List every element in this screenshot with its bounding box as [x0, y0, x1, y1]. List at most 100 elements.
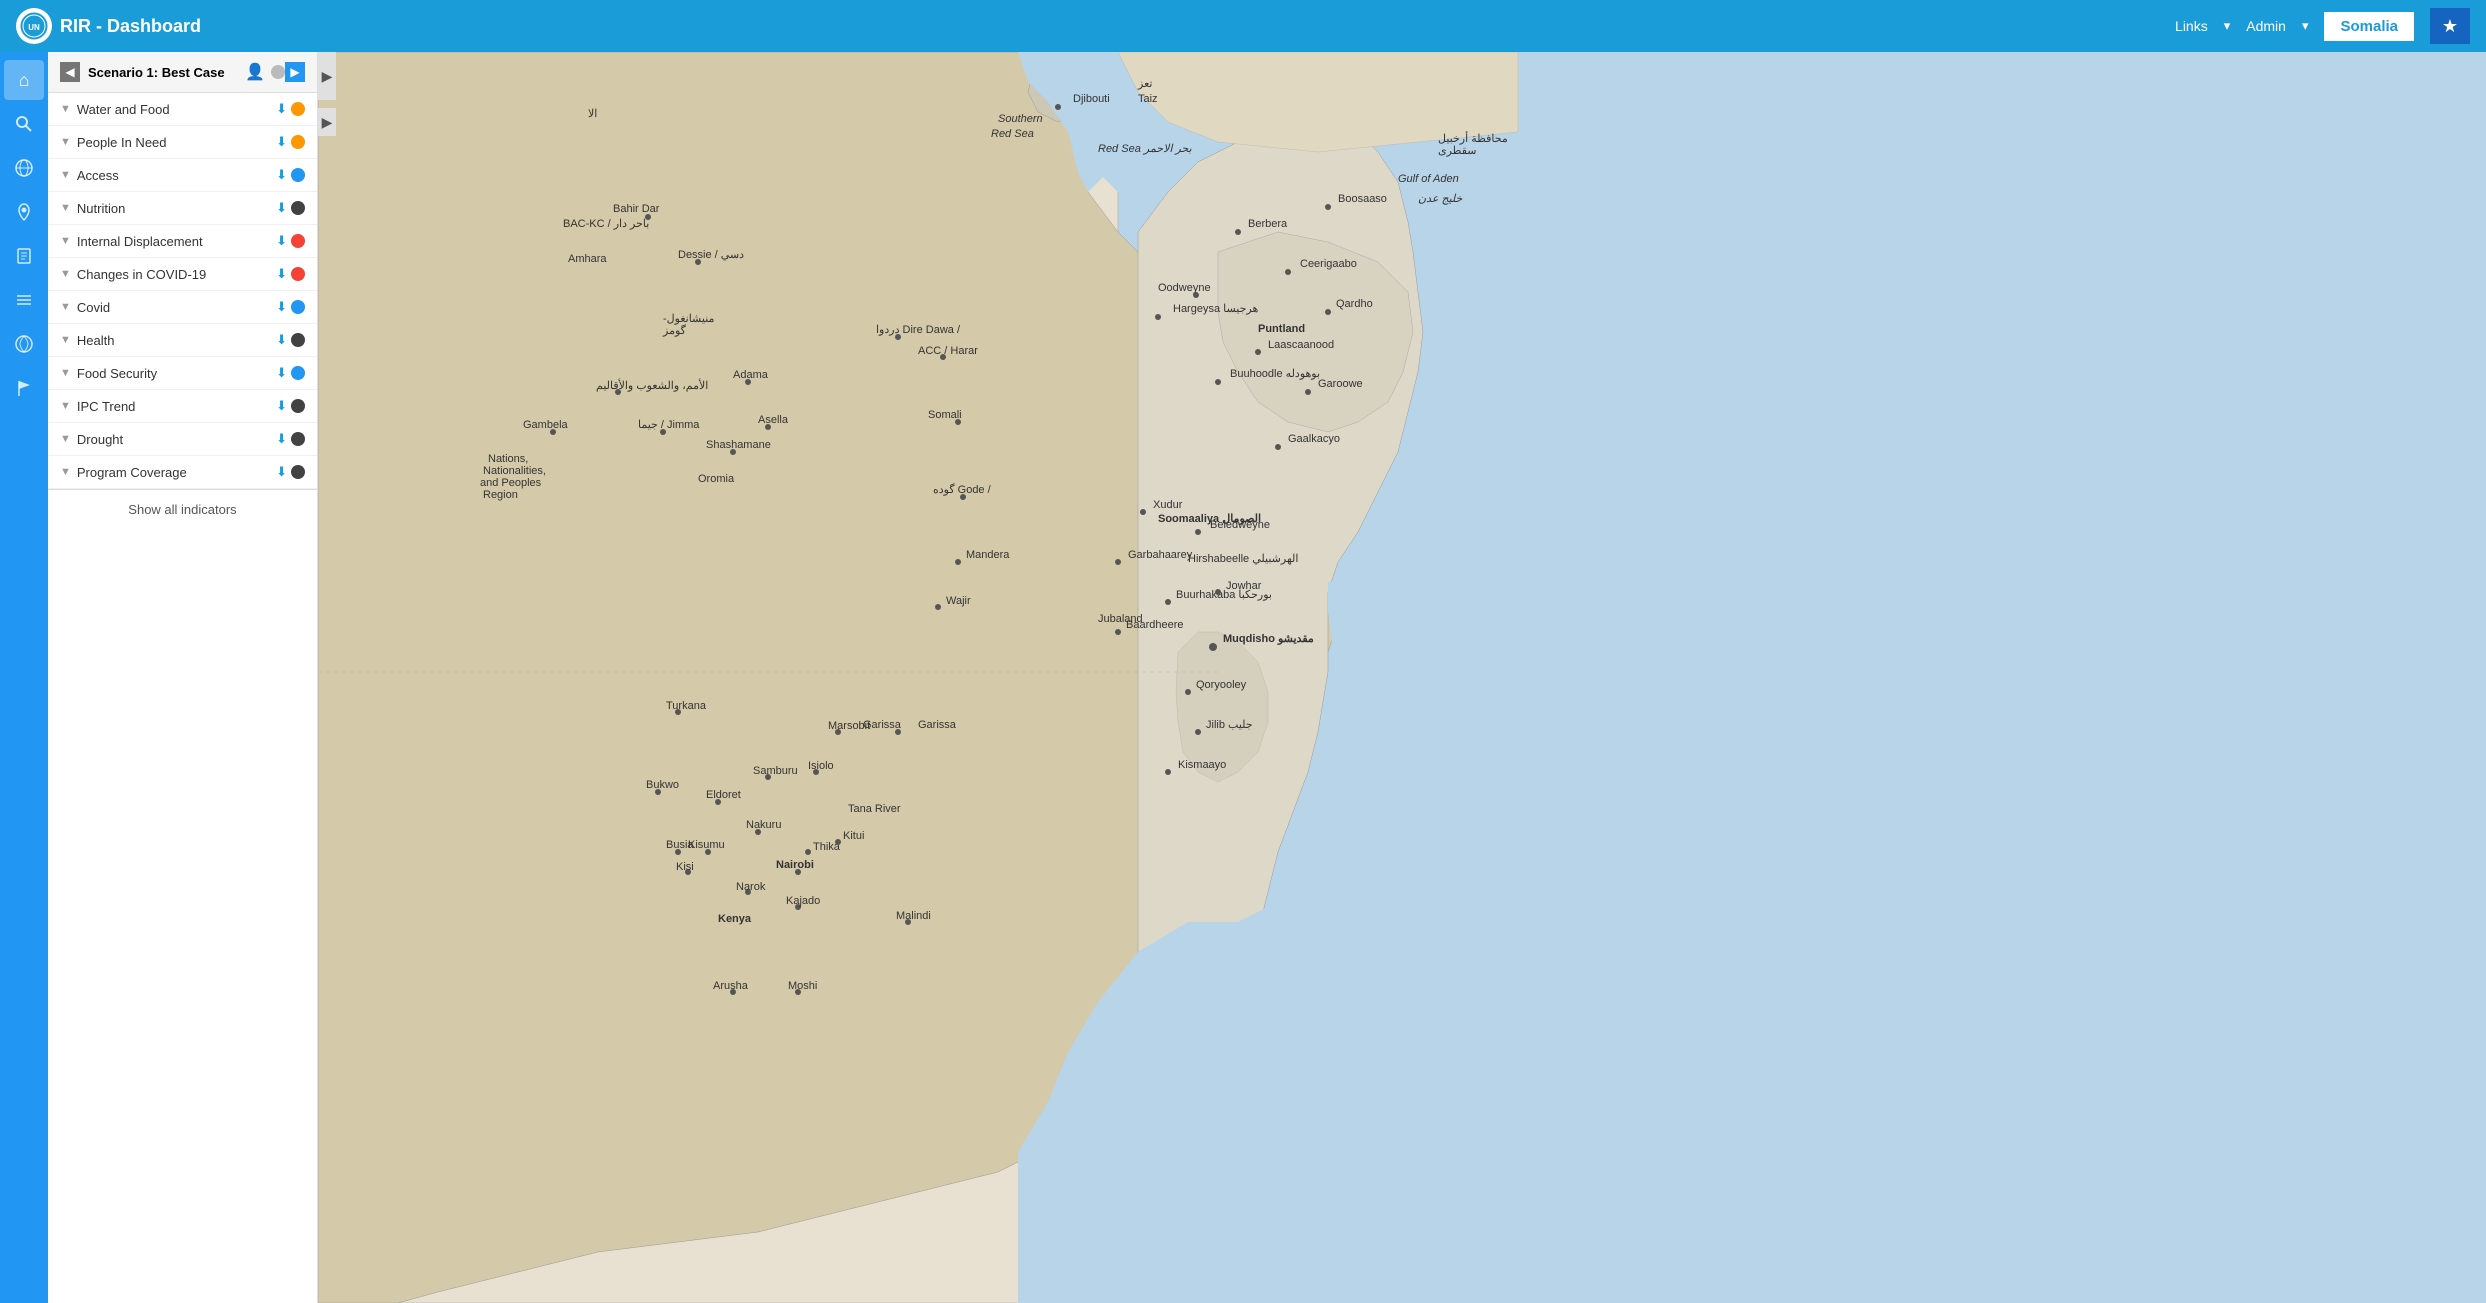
sidebar-item-search[interactable]: [4, 104, 44, 144]
download-icon[interactable]: ⬇: [276, 365, 287, 381]
star-button[interactable]: ★: [2430, 8, 2470, 44]
status-dot: [291, 366, 305, 380]
download-icon[interactable]: ⬇: [276, 101, 287, 117]
indicator-controls: ⬇: [276, 233, 305, 249]
scenario-icons: 👤: [245, 62, 285, 82]
svg-text:Amhara: Amhara: [568, 253, 607, 265]
svg-text:Arusha: Arusha: [713, 980, 749, 992]
indicator-row-internal-displacement[interactable]: ▼ Internal Displacement ⬇: [48, 225, 317, 258]
indicator-row-people-in-need[interactable]: ▼ People In Need ⬇: [48, 126, 317, 159]
panel-collapse-mid[interactable]: ▶: [318, 108, 336, 136]
map-container[interactable]: Djibouti Hargeysa هرجيسا Berbera Boosaas…: [318, 52, 2486, 1303]
svg-text:Gaalkacyo: Gaalkacyo: [1288, 433, 1340, 445]
download-icon[interactable]: ⬇: [276, 464, 287, 480]
svg-text:‫Jimma / جيما‬: ‫Jimma / جيما‬: [638, 419, 700, 431]
indicator-row-drought[interactable]: ▼ Drought ⬇: [48, 423, 317, 456]
svg-text:Qardho: Qardho: [1336, 298, 1373, 310]
show-all-indicators-button[interactable]: Show all indicators: [48, 489, 317, 529]
indicator-name: People In Need: [77, 135, 276, 150]
download-icon[interactable]: ⬇: [276, 332, 287, 348]
indicator-row-health[interactable]: ▼ Health ⬇: [48, 324, 317, 357]
sidebar-item-book[interactable]: [4, 236, 44, 276]
indicator-row-food-security[interactable]: ▼ Food Security ⬇: [48, 357, 317, 390]
svg-text:UN: UN: [28, 23, 40, 32]
scenario-prev-button[interactable]: ◀: [60, 62, 80, 82]
svg-text:Asella: Asella: [758, 414, 789, 426]
download-icon[interactable]: ⬇: [276, 431, 287, 447]
download-icon[interactable]: ⬇: [276, 134, 287, 150]
svg-text:and Peoples: and Peoples: [480, 477, 542, 489]
download-icon[interactable]: ⬇: [276, 398, 287, 414]
svg-text:Nakuru: Nakuru: [746, 819, 781, 831]
chevron-icon: ▼: [60, 268, 71, 280]
chevron-icon: ▼: [60, 466, 71, 478]
svg-text:Boosaaso: Boosaaso: [1338, 193, 1387, 205]
indicator-row-covid[interactable]: ▼ Covid ⬇: [48, 291, 317, 324]
svg-text:Hirshabeelle الهرشبيلي: Hirshabeelle الهرشبيلي: [1188, 553, 1298, 565]
chevron-icon: ▼: [60, 103, 71, 115]
indicator-row-water-and-food[interactable]: ▼ Water and Food ⬇: [48, 93, 317, 126]
status-dot: [291, 300, 305, 314]
svg-text:Red Sea بحر الاحمر: Red Sea بحر الاحمر: [1098, 143, 1192, 155]
country-button[interactable]: Somalia: [2324, 12, 2414, 41]
indicator-list: ▼ Water and Food ⬇ ▼ People In Need ⬇ ▼ …: [48, 93, 317, 489]
svg-text:Southern: Southern: [998, 113, 1043, 125]
scenario-title: Scenario 1: Best Case: [80, 65, 245, 80]
svg-text:Muqdisho مقديشو: Muqdisho مقديشو: [1223, 633, 1314, 645]
svg-text:Region: Region: [483, 489, 518, 501]
indicator-row-changes-in-covid-19[interactable]: ▼ Changes in COVID-19 ⬇: [48, 258, 317, 291]
svg-text:Nations,: Nations,: [488, 453, 528, 465]
chevron-icon: ▼: [60, 301, 71, 313]
svg-text:Eldoret: Eldoret: [706, 789, 741, 801]
chevron-icon: ▼: [60, 433, 71, 445]
sidebar-item-flag[interactable]: [4, 368, 44, 408]
svg-text:Dessie / ‫دسي‬: Dessie / ‫دسي‬: [678, 249, 744, 261]
chevron-icon: ▼: [60, 136, 71, 148]
svg-text:Nairobi: Nairobi: [776, 859, 814, 871]
svg-text:Malindi: Malindi: [896, 910, 931, 922]
status-dot: [291, 135, 305, 149]
panel-toggle: ▶ ▶: [318, 52, 336, 1303]
svg-text:Laascaanood: Laascaanood: [1268, 339, 1334, 351]
sidebar-item-globe[interactable]: [4, 148, 44, 188]
scenario-next-button[interactable]: ▶: [285, 62, 305, 82]
svg-text:Marsobit: Marsobit: [828, 720, 870, 732]
indicator-row-nutrition[interactable]: ▼ Nutrition ⬇: [48, 192, 317, 225]
svg-text:Qoryooley: Qoryooley: [1196, 679, 1247, 691]
svg-text:Jilib جليب: Jilib جليب: [1206, 719, 1253, 731]
indicator-controls: ⬇: [276, 200, 305, 216]
indicator-row-program-coverage[interactable]: ▼ Program Coverage ⬇: [48, 456, 317, 489]
icon-sidebar: ⌂: [0, 52, 48, 1303]
sidebar-item-pin[interactable]: [4, 192, 44, 232]
svg-text:Gulf of Aden: Gulf of Aden: [1398, 173, 1459, 185]
sidebar-item-home[interactable]: ⌂: [4, 60, 44, 100]
panel-sidebar: ◀ Scenario 1: Best Case 👤 ▶ ▼ Water and …: [48, 52, 318, 1303]
svg-text:محافظة أرخبيل: محافظة أرخبيل: [1438, 131, 1508, 145]
admin-menu[interactable]: Admin: [2246, 18, 2286, 34]
svg-text:‫ / Dire Dawa دردوا‬: ‫ / Dire Dawa دردوا‬: [876, 324, 963, 336]
download-icon[interactable]: ⬇: [276, 167, 287, 183]
indicator-controls: ⬇: [276, 167, 305, 183]
indicator-row-access[interactable]: ▼ Access ⬇: [48, 159, 317, 192]
indicator-name: Health: [77, 333, 276, 348]
indicator-name: Access: [77, 168, 276, 183]
svg-text:Mandera: Mandera: [966, 549, 1010, 561]
download-icon[interactable]: ⬇: [276, 266, 287, 282]
indicator-row-ipc-trend[interactable]: ▼ IPC Trend ⬇: [48, 390, 317, 423]
download-icon[interactable]: ⬇: [276, 200, 287, 216]
indicator-name: Water and Food: [77, 102, 276, 117]
chevron-icon: ▼: [60, 400, 71, 412]
svg-text:Buuhoodle بوهودله: Buuhoodle بوهودله: [1230, 368, 1320, 380]
brand: UN RIR - Dashboard: [16, 8, 201, 44]
status-dot: [291, 432, 305, 446]
status-dot: [291, 267, 305, 281]
scenario-header: ◀ Scenario 1: Best Case 👤 ▶: [48, 52, 317, 93]
links-menu[interactable]: Links: [2175, 18, 2208, 34]
svg-text:Garissa: Garissa: [918, 719, 957, 731]
sidebar-item-layers[interactable]: [4, 280, 44, 320]
sidebar-item-world[interactable]: [4, 324, 44, 364]
download-icon[interactable]: ⬇: [276, 299, 287, 315]
svg-text:‫تعز‬: ‫تعز‬: [1137, 78, 1152, 90]
panel-collapse-top[interactable]: ▶: [318, 52, 336, 100]
download-icon[interactable]: ⬇: [276, 233, 287, 249]
